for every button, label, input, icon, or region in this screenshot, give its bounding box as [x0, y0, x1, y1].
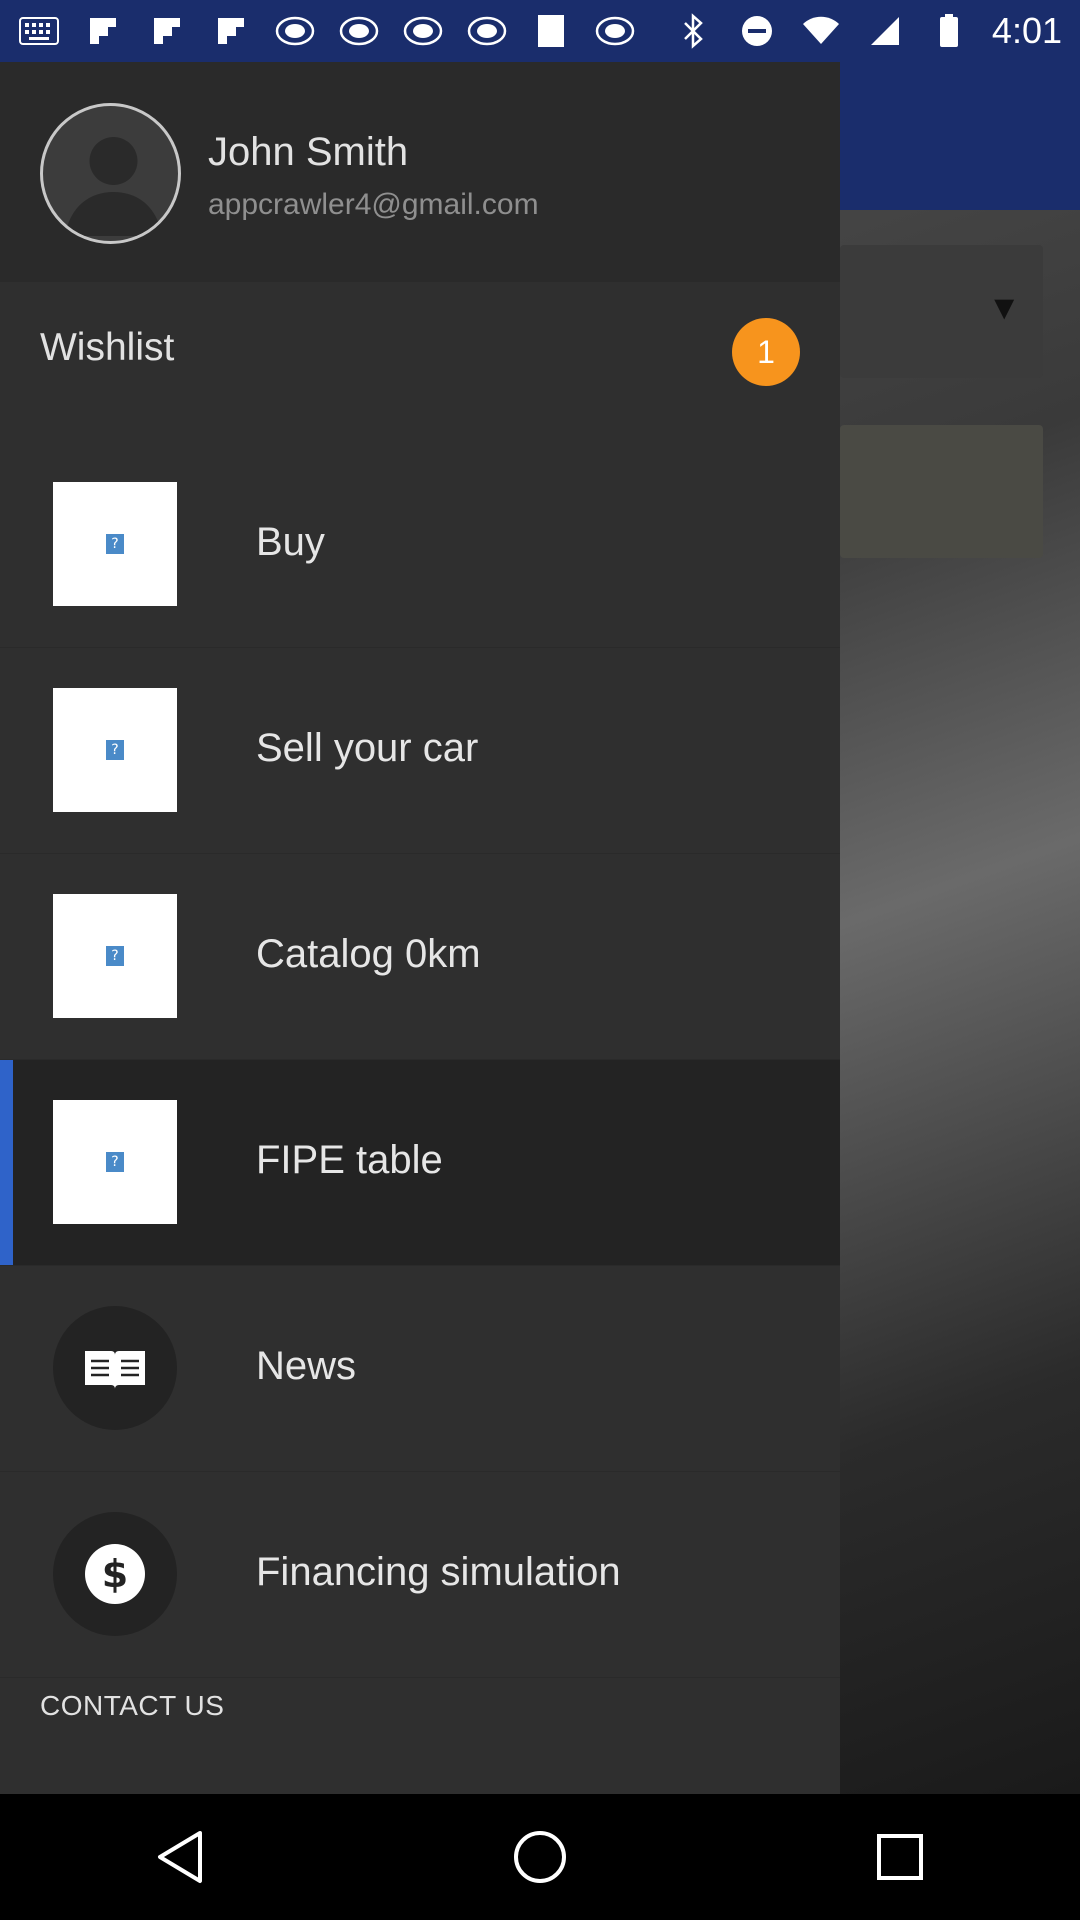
image-placeholder-icon: ?: [53, 894, 177, 1018]
user-name: John Smith: [208, 130, 409, 174]
wishlist-count-badge: 1: [732, 318, 800, 386]
navigation-drawer: John Smith appcrawler4@gmail.com Wishlis…: [0, 62, 840, 1794]
background-dropdown: ▼: [840, 245, 1043, 378]
flipboard-icon: [146, 13, 188, 49]
menu-item-label: Financing simulation: [256, 1550, 621, 1594]
person-icon: [65, 137, 162, 236]
status-left-icons: [18, 13, 636, 49]
status-time: 4:01: [991, 10, 1062, 51]
image-placeholder-icon: ?: [53, 688, 177, 812]
menu-item-label: Catalog 0km: [256, 932, 481, 976]
menu-item-label: FIPE table: [256, 1138, 443, 1182]
menu-item-news[interactable]: News: [0, 1266, 840, 1472]
keyboard-icon: [18, 13, 60, 49]
home-icon: [514, 1831, 566, 1883]
menu-item-financing-simulation[interactable]: $ Financing simulation: [0, 1472, 840, 1678]
menu-item-sell-your-car[interactable]: ? Sell your car: [0, 648, 840, 854]
abc13-icon: [338, 13, 380, 49]
abc13-icon: [402, 13, 444, 49]
drawer-menu: ? Buy ? Sell your car ? Catalog 0km ? FI…: [0, 442, 840, 1678]
bluetooth-icon: [672, 13, 714, 49]
status-bar: 4:01: [0, 0, 1080, 62]
wishlist-label: Wishlist: [40, 326, 175, 369]
menu-item-fipe-table[interactable]: ? FIPE table: [0, 1060, 840, 1266]
menu-item-buy[interactable]: ? Buy: [0, 442, 840, 648]
home-button[interactable]: [480, 1807, 600, 1907]
recents-icon: [877, 1834, 923, 1880]
back-icon: [158, 1831, 202, 1883]
user-email: appcrawler4@gmail.com: [208, 188, 539, 221]
flipboard-icon: [210, 13, 252, 49]
menu-item-label: News: [256, 1344, 357, 1388]
menu-item-label: Buy: [256, 520, 325, 564]
drawer-header[interactable]: John Smith appcrawler4@gmail.com: [0, 62, 840, 282]
menu-item-label: Sell your car: [256, 726, 479, 770]
dropdown-arrow-icon: ▼: [987, 289, 1021, 327]
status-right-icons: 4:01: [672, 10, 1062, 52]
svg-text:$: $: [102, 1552, 128, 1596]
recents-button[interactable]: [840, 1807, 960, 1907]
menu-item-catalog-0km[interactable]: ? Catalog 0km: [0, 854, 840, 1060]
wifi-icon: [800, 13, 842, 49]
contact-us-link[interactable]: CONTACT US: [40, 1690, 224, 1722]
abc13-icon: [274, 13, 316, 49]
signal-icon: [864, 13, 906, 49]
back-button[interactable]: [120, 1807, 240, 1907]
screen: 4:01 ▼ John Smith appcrawler4@gmail.com …: [0, 0, 1080, 1920]
blank-icon: [530, 13, 572, 49]
wishlist-row[interactable]: Wishlist 1: [0, 282, 840, 412]
battery-icon: [928, 13, 970, 49]
do-not-disturb-icon: [736, 13, 778, 49]
flipboard-icon: [82, 13, 124, 49]
abc13-icon: [594, 13, 636, 49]
background-panel: [840, 425, 1043, 558]
image-placeholder-icon: ?: [53, 1100, 177, 1224]
abc13-icon: [466, 13, 508, 49]
avatar[interactable]: [40, 103, 181, 244]
news-book-icon: [53, 1306, 177, 1430]
dollar-icon: $: [53, 1512, 177, 1636]
image-placeholder-icon: ?: [53, 482, 177, 606]
system-nav-bar: [0, 1794, 1080, 1920]
